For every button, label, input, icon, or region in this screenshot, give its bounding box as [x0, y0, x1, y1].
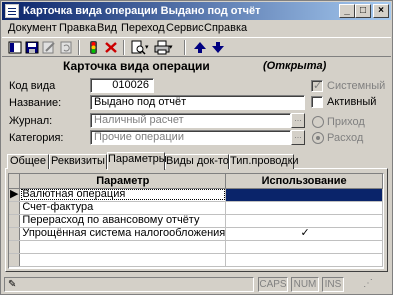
- table-row[interactable]: ▶ Валютная операция: [9, 188, 383, 202]
- tab-attributes[interactable]: Реквизиты: [49, 154, 107, 169]
- sidebar-icon[interactable]: [7, 40, 23, 55]
- print-preview-icon[interactable]: [130, 40, 146, 55]
- form-title: Карточка вида операции: [63, 59, 210, 73]
- menu-service[interactable]: Сервис: [166, 22, 204, 34]
- expense-label: Расход: [327, 132, 364, 144]
- income-label: Приход: [327, 116, 365, 128]
- code-field[interactable]: 010026: [90, 78, 154, 93]
- table-row[interactable]: Счет-фактура: [9, 201, 383, 215]
- status-bar: ✎ CAPS NUM INS ⋰: [2, 276, 391, 293]
- chevron-down-icon[interactable]: ▾: [169, 40, 175, 55]
- minimize-button[interactable]: _: [339, 4, 355, 18]
- income-radio[interactable]: [312, 116, 324, 128]
- menu-goto[interactable]: Переход: [121, 22, 165, 34]
- status-badge: (Открыта): [263, 60, 327, 72]
- tab-document-types[interactable]: Виды док-тов: [165, 154, 235, 169]
- close-button[interactable]: ×: [373, 4, 389, 18]
- menu-help[interactable]: Справка: [204, 22, 247, 34]
- system-label: Системный: [327, 80, 386, 92]
- chevron-down-icon[interactable]: ▾: [145, 40, 151, 55]
- param-cell[interactable]: Перерасход по авансовому отчёту: [19, 214, 227, 228]
- category-field[interactable]: Прочие операции: [90, 130, 291, 145]
- table-row[interactable]: [9, 253, 383, 267]
- name-label: Название:: [9, 97, 62, 109]
- tab-postings[interactable]: Тип.проводки: [229, 154, 299, 169]
- save-icon[interactable]: [24, 40, 40, 55]
- delete-icon[interactable]: [103, 40, 119, 55]
- row-indicator-header: [9, 174, 21, 189]
- column-header-parameter[interactable]: Параметр: [19, 174, 227, 189]
- code-label: Код вида: [9, 80, 56, 92]
- column-header-usage[interactable]: Использование: [225, 174, 383, 189]
- name-field[interactable]: Выдано под отчёт: [90, 95, 305, 110]
- row-indicator: [9, 214, 21, 228]
- window-title: Карточка вида операции Выдано под отчёт: [23, 5, 261, 17]
- app-window: Карточка вида операции Выдано под отчёт …: [0, 0, 393, 295]
- down-arrow-icon[interactable]: [210, 40, 226, 55]
- param-cell[interactable]: Счет-фактура: [19, 201, 227, 215]
- menu-bar: Документ Правка Вид Переход Сервис Справ…: [2, 20, 391, 37]
- row-indicator: [9, 201, 21, 215]
- tab-parameters[interactable]: Параметры: [107, 152, 167, 170]
- row-indicator: [9, 240, 21, 254]
- resize-grip-icon[interactable]: ⋰: [347, 277, 389, 292]
- usage-cell[interactable]: ✓: [225, 227, 383, 241]
- journal-select-button[interactable]: ...: [291, 113, 305, 128]
- ins-indicator: INS: [322, 277, 344, 292]
- table-row[interactable]: Перерасход по авансовому отчёту: [9, 214, 383, 228]
- row-indicator: [9, 253, 21, 267]
- category-label: Категория:: [9, 132, 64, 144]
- row-indicator: [9, 227, 21, 241]
- table-row[interactable]: [9, 240, 383, 254]
- refresh-icon[interactable]: [58, 40, 74, 55]
- category-select-button[interactable]: ...: [291, 130, 305, 145]
- toolbar-separator: [78, 40, 80, 55]
- tab-general[interactable]: Общее: [7, 154, 49, 169]
- menu-view[interactable]: Вид: [97, 22, 117, 34]
- journal-label: Журнал:: [9, 115, 53, 127]
- active-checkbox[interactable]: [311, 96, 323, 108]
- traffic-light-icon[interactable]: [85, 40, 101, 55]
- active-label: Активный: [327, 96, 377, 108]
- table-row[interactable]: Упрощённая система налогообложения ✓: [9, 227, 383, 241]
- print-icon[interactable]: [154, 40, 170, 55]
- caps-indicator: CAPS: [258, 277, 288, 292]
- status-edit-panel: ✎: [4, 277, 254, 292]
- usage-cell[interactable]: [225, 214, 383, 228]
- num-indicator: NUM: [291, 277, 319, 292]
- param-cell[interactable]: [19, 253, 227, 267]
- usage-cell[interactable]: [225, 253, 383, 267]
- pencil-icon: ✎: [8, 279, 17, 290]
- usage-cell[interactable]: [225, 188, 383, 202]
- param-cell[interactable]: Валютная операция: [19, 188, 227, 202]
- toolbar-separator: [123, 40, 125, 55]
- expense-radio[interactable]: [312, 132, 324, 144]
- system-checkbox[interactable]: ✓: [311, 80, 323, 92]
- toolbar: ▾ ▾: [2, 37, 391, 57]
- checkmark-icon: ✓: [313, 80, 323, 92]
- menu-document[interactable]: Документ: [8, 22, 57, 34]
- toolbar-separator: [184, 40, 186, 55]
- radio-dot: [316, 136, 320, 140]
- param-cell[interactable]: Упрощённая система налогообложения: [19, 227, 227, 241]
- menu-edit[interactable]: Правка: [59, 22, 96, 34]
- maximize-button[interactable]: □: [355, 4, 371, 18]
- current-row-icon: ▶: [9, 188, 21, 202]
- journal-field[interactable]: Наличный расчет: [90, 113, 291, 128]
- edit-icon[interactable]: [41, 40, 57, 55]
- title-bar[interactable]: Карточка вида операции Выдано под отчёт …: [2, 2, 391, 20]
- document-icon: [5, 4, 19, 18]
- usage-cell[interactable]: [225, 201, 383, 215]
- usage-cell[interactable]: [225, 240, 383, 254]
- parameters-grid[interactable]: Параметр Использование ▶ Валютная операц…: [8, 173, 384, 269]
- up-arrow-icon[interactable]: [192, 40, 208, 55]
- param-cell[interactable]: [19, 240, 227, 254]
